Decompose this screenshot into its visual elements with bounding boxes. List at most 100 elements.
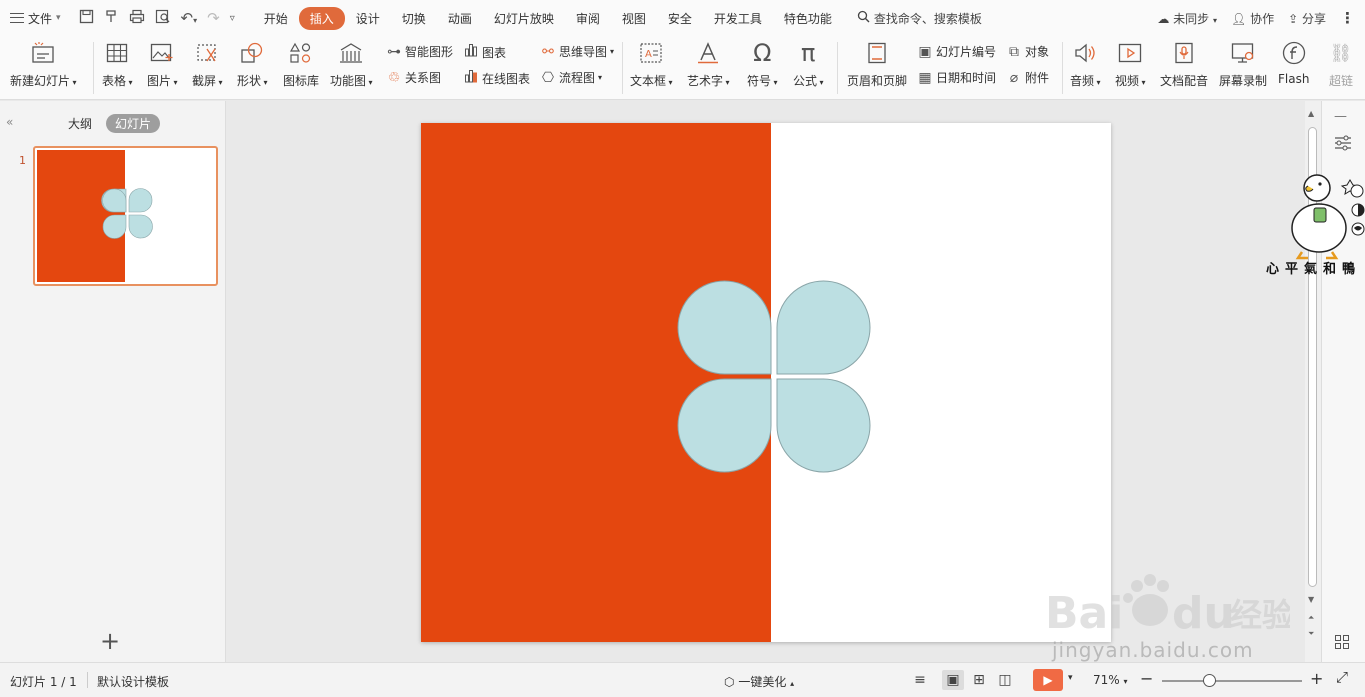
- next-slide-arrow[interactable]: ⏷: [1308, 629, 1314, 639]
- symbol-button[interactable]: Ω 符号 ▾: [747, 39, 778, 89]
- hamburger-icon: [10, 13, 24, 23]
- print-icon[interactable]: [129, 9, 145, 28]
- slide-sorter-icon[interactable]: ⊞: [968, 670, 990, 690]
- petal-bottom-right: [776, 378, 871, 473]
- petal-top-left: [677, 280, 772, 375]
- undo-icon[interactable]: ↶▾: [181, 9, 198, 27]
- document-dubbing-button[interactable]: 文档配音: [1160, 40, 1208, 89]
- scroll-up-arrow[interactable]: ▲: [1308, 109, 1314, 118]
- slideshow-options-chevron[interactable]: ▾: [1068, 673, 1073, 683]
- textbox-button[interactable]: A 文本框 ▾: [630, 40, 673, 89]
- chart-button[interactable]: 图表: [463, 43, 506, 61]
- online-chart-button[interactable]: 在线图表: [463, 69, 530, 87]
- scroll-down-arrow[interactable]: ▼: [1308, 595, 1314, 604]
- fit-window-icon[interactable]: ⤢: [1336, 668, 1348, 686]
- relation-icon: ♲: [387, 69, 401, 86]
- reading-view-icon[interactable]: ◫: [994, 670, 1016, 690]
- object-button[interactable]: ⧉ 对象: [1006, 43, 1049, 60]
- prev-slide-arrow[interactable]: ⏶: [1308, 613, 1314, 623]
- sidebar-toggle-icon[interactable]: —: [1334, 109, 1347, 124]
- mindmap-button[interactable]: ⚯ 思维导图 ▾: [540, 43, 614, 60]
- tab-review[interactable]: 审阅: [565, 7, 611, 30]
- notes-toggle-icon[interactable]: ≡: [909, 670, 931, 690]
- more-menu-icon[interactable]: ⋮: [1340, 9, 1355, 27]
- tab-animations[interactable]: 动画: [437, 7, 483, 30]
- flash-button[interactable]: Flash: [1278, 40, 1309, 86]
- share-label: 分享: [1301, 11, 1326, 26]
- picture-button[interactable]: 图片 ▾: [147, 40, 178, 89]
- tab-security[interactable]: 安全: [657, 7, 703, 30]
- zoom-slider-track[interactable]: [1162, 680, 1302, 682]
- header-footer-button[interactable]: 页眉和页脚: [847, 40, 907, 89]
- mindmap-icon: ⚯: [542, 43, 554, 60]
- video-button[interactable]: 视频 ▾: [1115, 40, 1146, 89]
- tab-slides[interactable]: 幻灯片: [106, 114, 161, 133]
- tab-home[interactable]: 开始: [253, 7, 299, 30]
- file-menu[interactable]: 文件 ▾: [10, 10, 61, 27]
- picture-label: 图片: [147, 74, 172, 88]
- command-search[interactable]: 查找命令、搜索模板: [857, 10, 982, 27]
- thumbnail-clover: [101, 188, 153, 239]
- wordart-label: 艺术字: [687, 74, 724, 88]
- object-icon: ⧉: [1009, 43, 1019, 60]
- share-button[interactable]: ⇪ 分享: [1288, 10, 1326, 27]
- flowchart-button[interactable]: ⎔ 流程图 ▾: [540, 69, 602, 86]
- settings-sliders-icon[interactable]: [1334, 135, 1352, 155]
- formula-button[interactable]: π 公式 ▾: [793, 39, 824, 89]
- function-chart-label: 功能图: [330, 74, 367, 88]
- wordart-button[interactable]: 艺术字 ▾: [687, 40, 730, 89]
- table-button[interactable]: 表格 ▾: [102, 40, 133, 89]
- grid-view-icon[interactable]: [1334, 634, 1350, 654]
- tab-design[interactable]: 设计: [345, 7, 391, 30]
- picture-icon: [149, 40, 175, 66]
- slide-thumbnail[interactable]: [33, 146, 218, 286]
- icon-library-button[interactable]: 图标库: [283, 40, 319, 89]
- header-footer-label: 页眉和页脚: [847, 74, 908, 88]
- tab-developer[interactable]: 开发工具: [703, 7, 773, 30]
- online-chart-icon: [463, 69, 479, 87]
- collapse-panel-icon[interactable]: «: [6, 115, 13, 129]
- cube-icon: ⬡: [724, 675, 735, 689]
- slide-number-button[interactable]: ▣ 幻灯片编号: [917, 43, 996, 60]
- function-chart-button[interactable]: 功能图 ▾: [330, 40, 373, 89]
- play-slideshow-button[interactable]: ▶: [1033, 669, 1063, 691]
- customize-toolbar-icon[interactable]: ▿: [230, 13, 235, 24]
- tab-transitions[interactable]: 切换: [391, 7, 437, 30]
- svg-text:A: A: [645, 49, 652, 60]
- datetime-label: 日期和时间: [936, 71, 997, 85]
- normal-view-icon[interactable]: ▣: [942, 670, 964, 690]
- zoom-level[interactable]: 71% ▾: [1093, 673, 1128, 687]
- shape-button[interactable]: 形状 ▾: [237, 40, 268, 89]
- tab-slideshow[interactable]: 幻灯片放映: [483, 7, 565, 30]
- datetime-button[interactable]: ▦ 日期和时间: [917, 69, 996, 86]
- attachment-button[interactable]: ⌀ 附件: [1006, 69, 1049, 86]
- zoom-slider-knob[interactable]: [1203, 674, 1216, 687]
- slide-number-label: 幻灯片编号: [936, 45, 997, 59]
- zoom-out-button[interactable]: −: [1140, 669, 1153, 688]
- screenshot-button[interactable]: 截屏 ▾: [192, 40, 223, 89]
- zoom-in-button[interactable]: +: [1310, 669, 1323, 688]
- tab-insert[interactable]: 插入: [298, 6, 345, 30]
- hyperlink-button[interactable]: ⛓ 超链: [1328, 40, 1354, 89]
- format-painter-icon[interactable]: [104, 9, 119, 28]
- table-icon: [104, 40, 130, 66]
- screen-record-button[interactable]: 屏幕录制: [1219, 40, 1267, 89]
- tab-outline[interactable]: 大纲: [59, 114, 101, 133]
- save-icon[interactable]: [79, 9, 94, 28]
- tab-features[interactable]: 特色功能: [773, 7, 843, 30]
- print-preview-icon[interactable]: [155, 9, 171, 28]
- one-click-beautify-button[interactable]: ⬡ 一键美化 ▴: [724, 673, 794, 690]
- panel-tabs: « 大纲 幻灯片: [0, 113, 226, 135]
- smart-shape-button[interactable]: ⊶ 智能图形: [386, 43, 453, 60]
- chevron-down-icon: ▾: [56, 13, 61, 23]
- add-slide-button[interactable]: +: [100, 629, 120, 653]
- tab-view[interactable]: 视图: [611, 7, 657, 30]
- collaborate-button[interactable]: 👤︎ 协作: [1231, 10, 1274, 27]
- redo-icon[interactable]: ↷: [207, 9, 220, 27]
- template-name[interactable]: 默认设计模板: [97, 673, 169, 690]
- sync-status[interactable]: ☁ 未同步 ▾: [1157, 10, 1217, 27]
- new-slide-button[interactable]: 新建幻灯片 ▾: [10, 40, 77, 89]
- audio-button[interactable]: 音频 ▾: [1070, 40, 1101, 89]
- relation-chart-button[interactable]: ♲ 关系图: [386, 69, 441, 86]
- slide-1[interactable]: [421, 123, 1111, 642]
